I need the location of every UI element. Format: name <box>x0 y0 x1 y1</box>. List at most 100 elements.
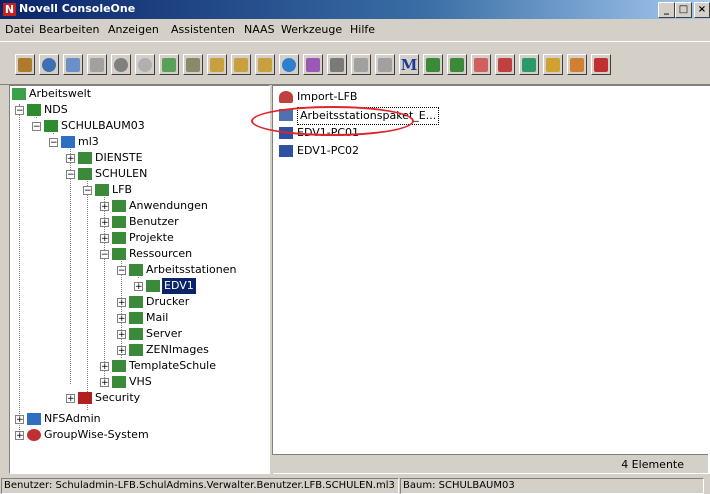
expand-toggle[interactable]: + <box>15 415 24 425</box>
tree3-button[interactable] <box>255 54 275 75</box>
tree-icon <box>27 104 41 116</box>
collapse-toggle[interactable]: − <box>49 138 58 148</box>
expand-toggle[interactable]: + <box>66 394 75 404</box>
plant2-button[interactable] <box>447 54 467 75</box>
arrow-button[interactable] <box>375 54 395 75</box>
menu-assistenten[interactable]: Assistenten <box>171 23 235 36</box>
refresh-button[interactable] <box>135 54 155 75</box>
collapse-toggle[interactable]: − <box>83 186 92 196</box>
org-unit-icon <box>112 360 126 372</box>
network-button[interactable] <box>279 54 299 75</box>
collapse-toggle[interactable]: − <box>32 122 41 132</box>
menu-anzeigen[interactable]: Anzeigen <box>108 23 159 36</box>
properties-button[interactable] <box>63 54 83 75</box>
exit-button[interactable] <box>15 54 35 75</box>
m-button[interactable]: M <box>399 54 419 75</box>
help-button[interactable] <box>159 54 179 75</box>
org-unit-icon <box>112 216 126 228</box>
list-button[interactable] <box>327 54 347 75</box>
expand-toggle[interactable]: + <box>134 282 143 292</box>
folder-icon <box>186 57 200 72</box>
org-unit-icon <box>112 376 126 388</box>
org-unit-icon <box>129 328 143 340</box>
expand-toggle[interactable]: + <box>117 314 126 324</box>
find-icon <box>42 57 56 72</box>
status-bar: Benutzer: Schuladmin-LFB.SchulAdmins.Ver… <box>0 476 710 494</box>
tree-icon <box>210 57 224 72</box>
collapse-toggle[interactable]: − <box>100 250 109 260</box>
expand-toggle[interactable]: + <box>117 346 126 356</box>
exit2-button[interactable] <box>591 54 611 75</box>
org-unit-icon <box>112 232 126 244</box>
users-icon <box>354 57 368 72</box>
copy-icon <box>90 57 104 72</box>
expand-toggle[interactable]: + <box>100 378 109 388</box>
M-icon: M <box>400 55 418 74</box>
org-unit-icon <box>112 200 126 212</box>
menu-werkzeuge[interactable]: Werkzeuge <box>281 23 342 36</box>
org-unit-icon <box>129 296 143 308</box>
tree-pane[interactable]: Arbeitswelt − NDS − SCHULBAUM03 − ml3 + … <box>9 85 270 474</box>
plant-button[interactable] <box>423 54 443 75</box>
list-icon <box>330 57 344 72</box>
close-button[interactable]: × <box>694 2 710 18</box>
collapse-toggle[interactable]: − <box>117 266 126 276</box>
group-button[interactable] <box>471 54 491 75</box>
org-unit-icon <box>78 168 92 180</box>
plant-icon <box>426 57 440 72</box>
tree2-button[interactable] <box>231 54 251 75</box>
menu-bearbeiten[interactable]: Bearbeiten <box>39 23 99 36</box>
expand-toggle[interactable]: + <box>100 218 109 228</box>
expand-toggle[interactable]: + <box>117 330 126 340</box>
expand-toggle[interactable]: + <box>100 362 109 372</box>
tree3-icon <box>258 57 272 72</box>
groupwise-icon <box>27 429 41 441</box>
report-button[interactable] <box>303 54 323 75</box>
stop-icon <box>114 57 128 72</box>
menu-hilfe[interactable]: Hilfe <box>350 23 375 36</box>
copy-button[interactable] <box>87 54 107 75</box>
arrow-icon <box>378 57 392 72</box>
org-button[interactable] <box>519 54 539 75</box>
annotation-ellipse <box>251 106 414 136</box>
stop-button[interactable] <box>111 54 131 75</box>
org-unit-icon <box>146 280 160 292</box>
organization-icon <box>61 136 75 148</box>
find-button[interactable] <box>39 54 59 75</box>
window-title: Novell ConsoleOne <box>19 2 136 15</box>
menu-naas[interactable]: NAAS <box>244 23 275 36</box>
status-tree: Baum: SCHULBAUM03 <box>400 478 704 494</box>
expand-toggle[interactable]: + <box>66 154 75 164</box>
users-button[interactable] <box>351 54 371 75</box>
user-button[interactable] <box>495 54 515 75</box>
network-icon <box>282 57 296 72</box>
org-unit-icon <box>95 184 109 196</box>
exit-icon <box>18 57 32 72</box>
expand-toggle[interactable]: + <box>100 202 109 212</box>
maximize-button[interactable]: □ <box>675 2 692 18</box>
folder-button[interactable] <box>183 54 203 75</box>
object-list-pane[interactable]: Import-LFB Arbeitsstationspaket_E... EDV… <box>272 85 710 474</box>
expand-toggle[interactable]: + <box>15 431 24 441</box>
collapse-toggle[interactable]: − <box>15 106 24 116</box>
container-button[interactable] <box>567 54 587 75</box>
org-unit-icon <box>112 248 126 260</box>
menu-bar: Datei Bearbeiten Anzeigen Assistenten NA… <box>0 20 710 40</box>
exit2-icon <box>594 57 608 72</box>
element-count: 4 Elemente <box>621 458 684 471</box>
workspace-icon <box>12 88 26 100</box>
help-icon <box>162 57 176 72</box>
tree-icon <box>44 120 58 132</box>
org-icon <box>522 57 536 72</box>
title-bar: N Novell ConsoleOne _ □ × <box>0 0 710 19</box>
minimize-button[interactable]: _ <box>658 2 675 18</box>
box-icon <box>546 57 560 72</box>
box-button[interactable] <box>543 54 563 75</box>
expand-toggle[interactable]: + <box>100 234 109 244</box>
menu-datei[interactable]: Datei <box>5 23 34 36</box>
expand-toggle[interactable]: + <box>117 298 126 308</box>
collapse-toggle[interactable]: − <box>66 170 75 180</box>
org-unit-icon <box>129 264 143 276</box>
org-unit-icon <box>78 152 92 164</box>
tree-button[interactable] <box>207 54 227 75</box>
